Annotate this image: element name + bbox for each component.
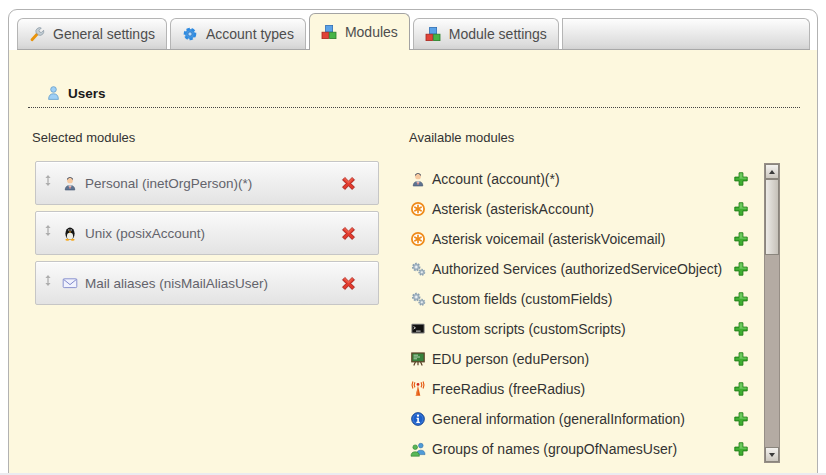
selected-module-row: Personal (inetOrgPerson)(*) [35,161,379,205]
available-module-row: Authorized Services (authorizedServiceOb… [410,254,749,284]
modules-icon [425,26,441,42]
add-module-button[interactable] [733,291,749,307]
available-module-row: Custom scripts (customScripts) [410,314,749,344]
available-modules-list: Account (account)(*) Asterisk (asteriskAc… [410,164,749,464]
config-panel: General settings Account types Modules Modu… [8,9,818,475]
module-label: Asterisk (asteriskAccount) [432,201,594,217]
asterisk-icon [410,231,426,247]
module-label: FreeRadius (freeRadius) [432,381,585,397]
tab-bar: General settings Account types Modules Modu… [17,18,810,50]
gears-icon [410,291,426,307]
tab-account-types[interactable]: Account types [170,18,306,49]
modules-icon [321,24,337,40]
add-module-button[interactable] [733,231,749,247]
available-module-row: Asterisk voicemail (asteriskVoicemail) [410,224,749,254]
module-label: EDU person (eduPerson) [432,351,589,367]
tab-bar-filler [562,18,810,49]
person-icon [62,175,78,191]
add-module-button[interactable] [733,411,749,427]
antenna-icon [410,381,426,397]
add-module-button[interactable] [733,351,749,367]
add-module-button[interactable] [733,441,749,457]
module-label: Unix (posixAccount) [85,226,205,241]
add-module-button[interactable] [733,321,749,337]
scrollbar-thumb[interactable] [765,179,779,255]
add-module-button[interactable] [733,171,749,187]
module-settings-page: General settings Account types Modules Modu… [0,0,826,475]
module-label: Asterisk voicemail (asteriskVoicemail) [432,231,665,247]
available-module-row: Asterisk (asteriskAccount) [410,194,749,224]
scrollbar-up-button[interactable] [765,164,779,179]
available-modules-label: Available modules [409,130,514,145]
available-modules-scrollbar[interactable] [764,163,780,463]
mail-icon [62,275,78,291]
tab-content: Users Selected modules Available modules… [9,50,817,475]
drag-handle-icon[interactable] [44,175,52,186]
tab-label: Account types [206,26,294,42]
asterisk-icon [410,201,426,217]
gears-icon [410,261,426,277]
module-label: Authorized Services (authorizedServiceOb… [432,261,722,277]
add-module-button[interactable] [733,261,749,277]
drag-handle-icon[interactable] [44,225,52,236]
heading-divider [28,107,800,108]
module-label: Groups of names (groupOfNamesUser) [432,441,677,457]
selected-module-row: Unix (posixAccount) [35,211,379,255]
tab-general-settings[interactable]: General settings [17,18,167,49]
available-module-row: Custom fields (customFields) [410,284,749,314]
info-icon [410,411,426,427]
selected-module-row: Mail aliases (nisMailAliasUser) [35,261,379,305]
tab-label: Module settings [449,26,547,42]
gear-icon [182,26,198,42]
person-icon [410,171,426,187]
scrollbar-down-button[interactable] [765,447,779,462]
module-label: Mail aliases (nisMailAliasUser) [85,276,268,291]
available-module-row: FreeRadius (freeRadius) [410,374,749,404]
wrench-icon [29,26,45,42]
selected-modules-label: Selected modules [32,130,135,145]
available-module-row: Groups of names (groupOfNamesUser) [410,434,749,464]
tab-label: General settings [53,26,155,42]
add-module-button[interactable] [733,381,749,397]
group-icon [410,441,426,457]
module-label: Custom fields (customFields) [432,291,613,307]
section-title: Users [68,86,106,101]
available-module-row: Account (account)(*) [410,164,749,194]
tab-label: Modules [345,24,398,40]
remove-module-button[interactable] [340,225,357,242]
section-heading: Users [46,85,106,101]
down-arrow-icon [769,453,775,457]
module-label: Personal (inetOrgPerson)(*) [85,176,252,191]
drag-handle-icon[interactable] [44,275,52,286]
module-label: General information (generalInformation) [432,411,685,427]
module-label: Custom scripts (customScripts) [432,321,626,337]
remove-module-button[interactable] [340,275,357,292]
tab-modules[interactable]: Modules [309,13,410,50]
terminal-icon [410,321,426,337]
blackboard-icon [410,351,426,367]
remove-module-button[interactable] [340,175,357,192]
available-module-row: EDU person (eduPerson) [410,344,749,374]
selected-modules-list: Personal (inetOrgPerson)(*) Unix (posixAc… [35,161,379,311]
module-label: Account (account)(*) [432,171,560,187]
up-arrow-icon [769,170,775,174]
add-module-button[interactable] [733,201,749,217]
user-icon [46,85,61,101]
tab-module-settings[interactable]: Module settings [413,18,559,49]
available-module-row: General information (generalInformation) [410,404,749,434]
tux-icon [62,225,78,241]
